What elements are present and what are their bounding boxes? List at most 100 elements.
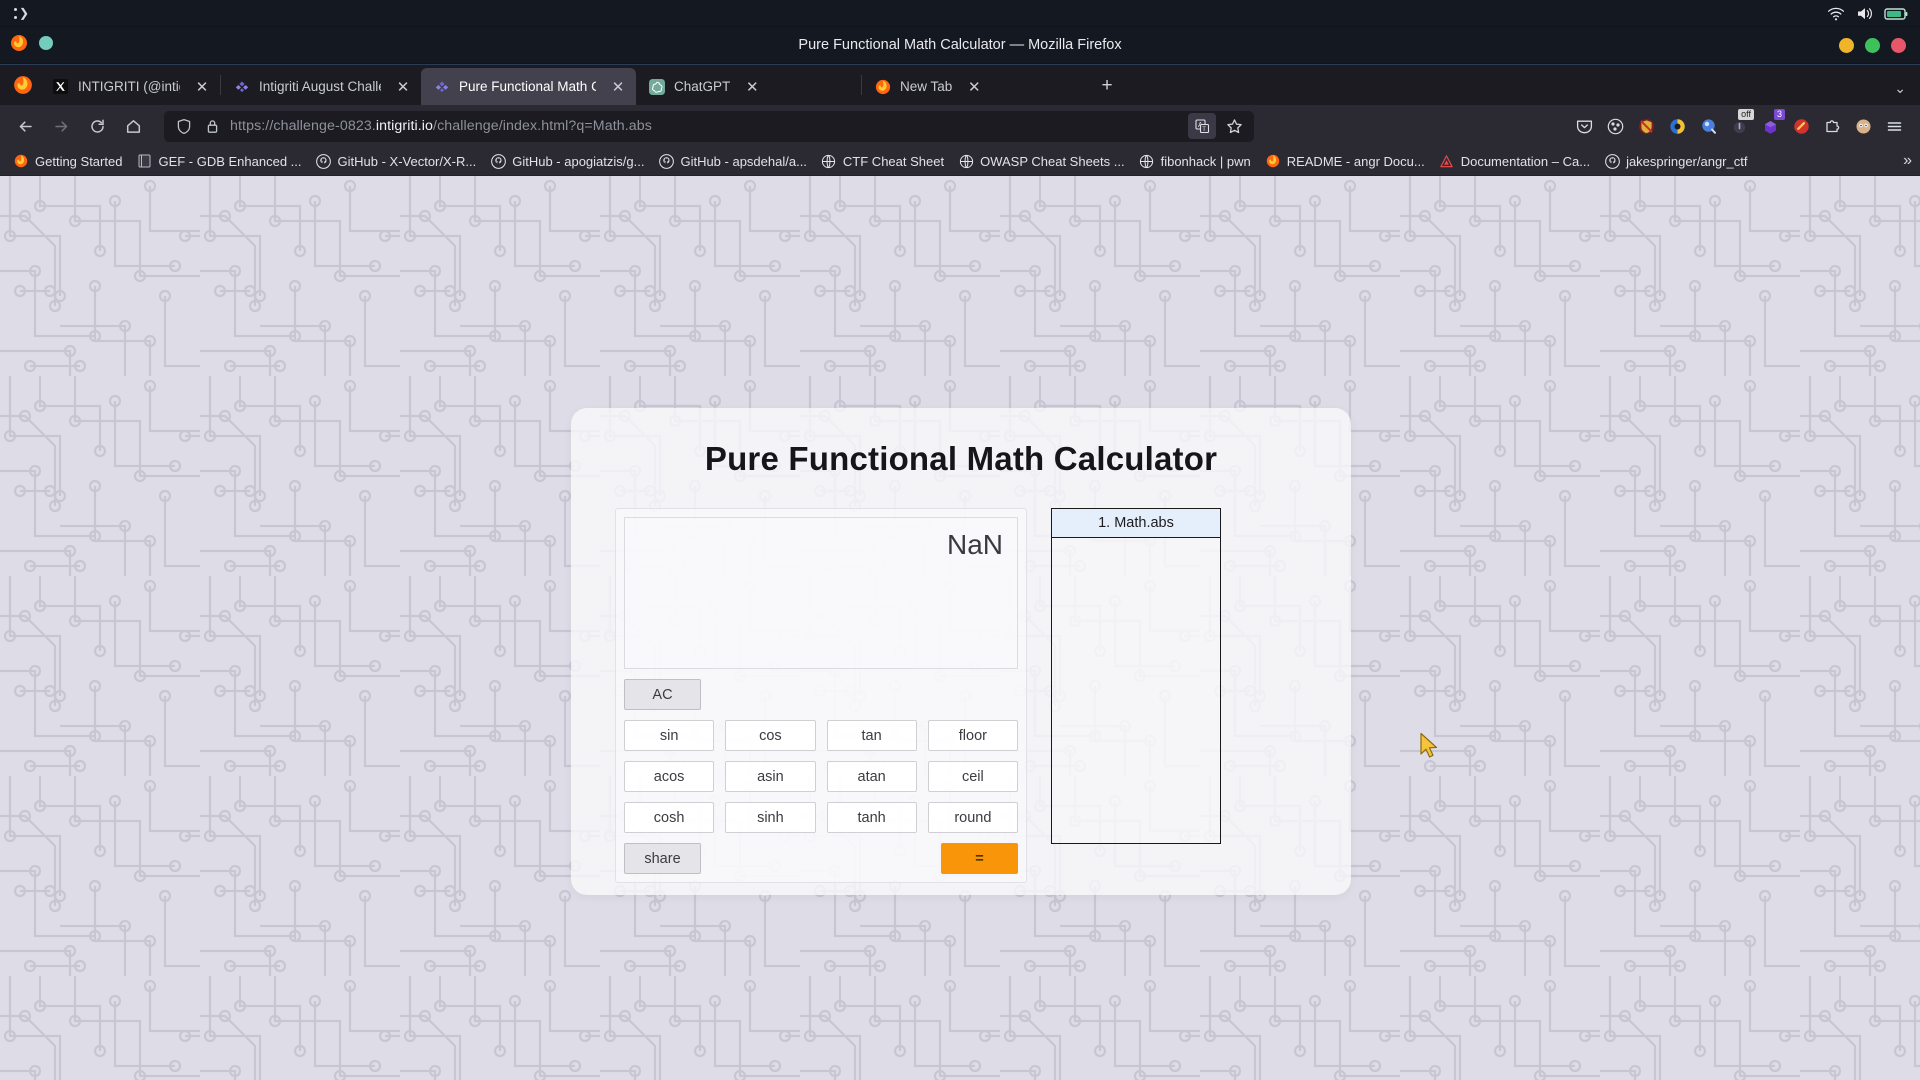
github-icon xyxy=(490,153,506,169)
home-icon[interactable] xyxy=(116,110,150,142)
tab-close-button[interactable]: ✕ xyxy=(190,75,214,99)
new-tab-button[interactable]: + xyxy=(1091,70,1123,102)
globe-icon xyxy=(958,153,974,169)
keypad-row-clear: AC xyxy=(624,679,1018,710)
function-button-atan[interactable]: atan xyxy=(826,761,917,792)
color-picker-icon[interactable] xyxy=(1663,112,1691,140)
function-button-round[interactable]: round xyxy=(927,802,1018,833)
bookmark-item[interactable]: GitHub - X-Vector/X-R... xyxy=(309,150,484,172)
hamburger-menu-icon[interactable] xyxy=(1880,112,1908,140)
keypad-spacer xyxy=(827,843,931,874)
firefox-icon xyxy=(13,153,29,169)
ublock-origin-icon[interactable] xyxy=(1632,112,1660,140)
intigriti-icon xyxy=(233,78,250,95)
bookmark-item[interactable]: jakespringer/angr_ctf xyxy=(1597,150,1754,172)
history-item[interactable]: 1. Math.abs xyxy=(1052,509,1220,538)
url-bar[interactable]: https://challenge-0823.intigriti.io/chal… xyxy=(164,110,1254,142)
browser-tab-1[interactable]: Intigriti August Challenge ✕ xyxy=(221,68,421,105)
bookmark-item[interactable]: README - angr Docu... xyxy=(1258,150,1432,172)
bookmark-label: Documentation – Ca... xyxy=(1460,153,1591,169)
wifi-icon[interactable] xyxy=(1827,7,1845,21)
function-button-sin[interactable]: sin xyxy=(624,720,715,751)
hackbar-icon[interactable]: 3 xyxy=(1756,109,1785,140)
all-clear-button[interactable]: AC xyxy=(624,679,701,710)
firefox-icon xyxy=(10,34,28,57)
function-button-ceil[interactable]: ceil xyxy=(927,761,1018,792)
bookmark-label: GitHub - apogiatzis/g... xyxy=(512,153,645,169)
tab-title: New Tab xyxy=(900,79,953,94)
window-controls[interactable] xyxy=(1839,27,1906,64)
account-avatar-icon[interactable] xyxy=(1849,112,1877,140)
wappalyzer-icon[interactable] xyxy=(1694,112,1722,140)
calculator-body: NaN AC sin cos tan floor acos asin atan … xyxy=(571,478,1351,883)
workspace-dot-icon xyxy=(38,35,54,56)
browser-tab-0[interactable]: INTIGRITI (@intigriti) / X ✕ xyxy=(40,68,220,105)
cookie-icon[interactable] xyxy=(1601,112,1629,140)
url-text: https://challenge-0823.intigriti.io/chal… xyxy=(230,118,652,134)
function-button-tanh[interactable]: tanh xyxy=(826,802,917,833)
x-logo-icon xyxy=(52,78,69,95)
keypad-spacer xyxy=(712,679,807,710)
window-titlebar: Pure Functional Math Calculator — Mozill… xyxy=(0,27,1920,64)
tab-close-button[interactable]: ✕ xyxy=(962,75,986,99)
function-button-tan[interactable]: tan xyxy=(826,720,917,751)
bookmark-item[interactable]: Getting Started xyxy=(6,150,129,172)
equals-button[interactable]: = xyxy=(941,843,1018,874)
function-button-sinh[interactable]: sinh xyxy=(725,802,816,833)
keypad-row-2: acos asin atan ceil xyxy=(624,761,1018,792)
share-button[interactable]: share xyxy=(624,843,701,874)
extension-badge: off xyxy=(1738,109,1754,120)
battery-icon[interactable] xyxy=(1884,7,1908,21)
reload-icon[interactable] xyxy=(80,110,114,142)
adblock-icon[interactable] xyxy=(1787,112,1815,140)
browser-tab-2[interactable]: Pure Functional Math Calc ✕ xyxy=(421,68,636,105)
function-button-cos[interactable]: cos xyxy=(725,720,816,751)
shield-icon[interactable] xyxy=(170,112,198,140)
chatgpt-icon xyxy=(648,78,665,95)
browser-tab-3[interactable]: ChatGPT ✕ xyxy=(636,68,861,105)
bookmark-label: OWASP Cheat Sheets ... xyxy=(980,153,1125,169)
tab-strip: INTIGRITI (@intigriti) / X ✕ Intigriti A… xyxy=(0,64,1920,105)
caido-icon xyxy=(1439,153,1455,169)
terminal-prompt-icon: ❯ xyxy=(8,3,42,23)
tab-close-button[interactable]: ✕ xyxy=(606,75,630,99)
bookmark-item[interactable]: OWASP Cheat Sheets ... xyxy=(951,150,1132,172)
os-top-bar: ❯ xyxy=(0,0,1920,27)
list-all-tabs-button[interactable]: ⌄ xyxy=(1894,80,1906,97)
bookmark-item[interactable]: CTF Cheat Sheet xyxy=(814,150,951,172)
keypad-spacer xyxy=(923,679,1018,710)
padlock-icon[interactable] xyxy=(198,112,226,140)
bookmarks-bar: Getting Started GEF - GDB Enhanced ... G… xyxy=(0,147,1920,176)
forward-arrow-icon[interactable] xyxy=(44,110,78,142)
bookmark-item[interactable]: GitHub - apogiatzis/g... xyxy=(483,150,651,172)
close-button[interactable] xyxy=(1891,38,1906,53)
bookmark-item[interactable]: fibonhack | pwn xyxy=(1132,150,1258,172)
mouse-pointer xyxy=(1419,732,1441,765)
tab-title: ChatGPT xyxy=(674,79,731,94)
toggle-off-icon[interactable]: off xyxy=(1725,109,1754,140)
bookmark-item[interactable]: Documentation – Ca... xyxy=(1432,150,1597,172)
star-icon[interactable] xyxy=(1220,113,1248,139)
tab-close-button[interactable]: ✕ xyxy=(740,75,764,99)
tab-title: INTIGRITI (@intigriti) / X xyxy=(78,79,180,94)
maximize-button[interactable] xyxy=(1865,38,1880,53)
volume-icon[interactable] xyxy=(1856,6,1873,21)
firefox-icon xyxy=(874,78,891,95)
bookmark-item[interactable]: GEF - GDB Enhanced ... xyxy=(129,150,308,172)
minimize-button[interactable] xyxy=(1839,38,1854,53)
extensions-puzzle-icon[interactable] xyxy=(1818,112,1846,140)
function-button-acos[interactable]: acos xyxy=(624,761,715,792)
bookmark-item[interactable]: GitHub - apsdehal/a... xyxy=(651,150,813,172)
titlebar-left-icons xyxy=(10,27,54,64)
book-icon xyxy=(136,153,152,169)
function-button-floor[interactable]: floor xyxy=(927,720,1018,751)
pocket-icon[interactable] xyxy=(1570,112,1598,140)
function-button-cosh[interactable]: cosh xyxy=(624,802,715,833)
bookmarks-overflow-button[interactable]: » xyxy=(1903,152,1912,170)
back-arrow-icon[interactable] xyxy=(8,110,42,142)
function-button-asin[interactable]: asin xyxy=(725,761,816,792)
keypad-spacer xyxy=(818,679,913,710)
browser-tab-4[interactable]: New Tab ✕ xyxy=(862,68,1087,105)
tab-close-button[interactable]: ✕ xyxy=(391,75,415,99)
translate-icon[interactable]: AT xyxy=(1188,113,1216,139)
